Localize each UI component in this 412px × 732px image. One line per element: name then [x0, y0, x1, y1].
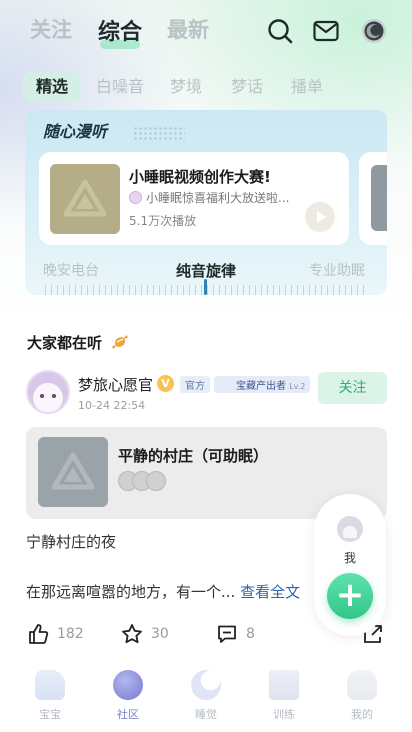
producer-badge-level: Lv.2 — [289, 382, 306, 391]
section-title: 大家都在听 — [27, 332, 129, 355]
channel-sleep-aid[interactable]: 专业助眠 — [309, 260, 365, 280]
subtab-dream[interactable]: 梦境 — [170, 72, 202, 102]
producer-badge-label: 宝藏产出者 — [236, 381, 286, 392]
planet-icon — [113, 670, 143, 700]
nav-sleep-label: 睡觉 — [195, 708, 217, 721]
read-more-link[interactable]: 查看全文 — [240, 583, 300, 601]
follow-button[interactable]: 关注 — [318, 372, 387, 404]
nav-community-label: 社区 — [117, 708, 139, 721]
nav-baby[interactable]: 宝宝 — [9, 660, 91, 732]
favorite-count: 30 — [151, 626, 169, 642]
nav-mine[interactable]: 我的 — [321, 660, 403, 732]
rocking-horse-icon — [35, 670, 65, 700]
post-text-excerpt: 在那远离喧嚣的地方，有一个... — [26, 583, 236, 601]
moon-icon — [191, 670, 221, 700]
radio-title: 随心漫听 — [43, 122, 108, 141]
comment-count: 8 — [246, 626, 255, 642]
mail-icon[interactable] — [312, 17, 340, 45]
channel-pure-melody[interactable]: 纯音旋律 — [176, 260, 236, 281]
nav-community[interactable]: 社区 — [87, 660, 169, 732]
official-badge: 官方 — [180, 376, 210, 393]
nav-baby-label: 宝宝 — [39, 708, 61, 721]
candy-icon — [111, 333, 129, 355]
comment-icon — [218, 625, 236, 643]
tab-latest[interactable]: 最新 — [167, 14, 209, 44]
episode-subtitle: 小睡眠惊喜福利大放送啦... — [146, 191, 290, 205]
nav-sleep[interactable]: 睡觉 — [165, 660, 247, 732]
thumbs-up-icon — [29, 624, 49, 644]
tab-comprehensive[interactable]: 综合 — [98, 14, 142, 49]
star-icon — [122, 624, 142, 644]
my-avatar[interactable] — [337, 516, 363, 542]
subtab-featured[interactable]: 精选 — [23, 72, 81, 102]
play-icon[interactable] — [305, 202, 335, 232]
post-text-line2: 在那远离喧嚣的地方，有一个... 查看全文 — [26, 581, 300, 602]
producer-badge: 宝藏产出者 Lv.2 — [214, 376, 311, 393]
episode-thumbnail — [371, 165, 387, 231]
post-text-line1: 宁静村庄的夜 — [26, 533, 117, 551]
notebook-icon — [269, 670, 299, 700]
comment-button[interactable]: 8 — [216, 622, 255, 646]
decorative-dots — [133, 126, 185, 140]
track-thumbnail — [38, 437, 108, 507]
episode-card[interactable]: 小睡眠视频创作大赛! 小睡眠惊喜福利大放送啦... 5.1万次播放 — [39, 152, 349, 245]
like-button[interactable]: 182 — [27, 622, 84, 646]
channel-ruler-indicator — [204, 279, 207, 295]
nav-mine-label: 我的 — [351, 708, 373, 721]
subtab-white-noise[interactable]: 白噪音 — [96, 72, 144, 102]
track-title: 平静的村庄（可助眠） — [118, 447, 269, 465]
bottom-nav: 宝宝 社区 睡觉 训练 我的 — [0, 660, 412, 732]
episode-thumbnail — [50, 164, 120, 234]
favorite-button[interactable]: 30 — [121, 622, 169, 646]
nav-training-label: 训练 — [273, 708, 295, 721]
subtab-playlist[interactable]: 播单 — [291, 72, 323, 102]
track-sound-badges — [118, 471, 166, 493]
avatar[interactable] — [26, 370, 70, 414]
like-count: 182 — [57, 626, 84, 642]
radio-card: 随心漫听 小睡眠视频创作大赛! 小睡眠惊喜福利大放送啦... 5.1万次播放 晚… — [25, 110, 387, 295]
tab-follow[interactable]: 关注 — [30, 14, 72, 44]
moon-clock-icon[interactable] — [360, 17, 388, 45]
post-time: 10-24 22:54 — [78, 399, 146, 412]
create-post-button[interactable]: + — [327, 573, 373, 619]
search-icon[interactable] — [266, 17, 294, 45]
episode-card-next[interactable] — [359, 152, 387, 245]
username[interactable]: 梦旅心愿官 — [78, 374, 153, 395]
channel-goodnight-radio[interactable]: 晚安电台 — [43, 260, 99, 280]
floating-panel: 我 + — [314, 494, 386, 636]
episode-plays: 5.1万次播放 — [129, 214, 197, 228]
episode-title: 小睡眠视频创作大赛! — [129, 168, 271, 186]
nav-training[interactable]: 训练 — [243, 660, 325, 732]
verified-icon: V — [157, 375, 174, 392]
subtab-sleep-talk[interactable]: 梦话 — [231, 72, 263, 102]
my-label[interactable]: 我 — [314, 549, 386, 566]
profile-icon — [347, 670, 377, 700]
section-title-text: 大家都在听 — [27, 334, 103, 352]
